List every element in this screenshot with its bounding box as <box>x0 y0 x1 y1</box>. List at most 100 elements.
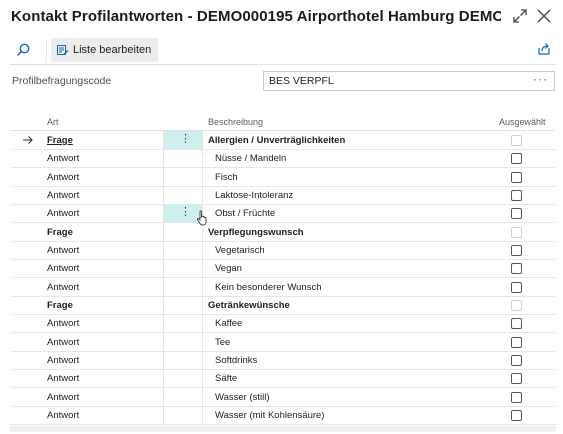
art-cell[interactable]: Antwort <box>42 185 164 204</box>
art-cell[interactable]: Frage <box>42 295 164 314</box>
beschreibung-cell[interactable]: Getränkewünsche <box>203 296 503 314</box>
selected-checkbox[interactable] <box>511 409 522 421</box>
row-indicator-cell[interactable] <box>10 278 42 296</box>
row-indicator-cell[interactable] <box>10 186 42 204</box>
row-actions-cell[interactable]: ⋮ <box>164 350 203 369</box>
edit-list-button[interactable]: Liste bearbeiten <box>51 38 159 62</box>
beschreibung-cell[interactable]: Allergien / Unverträglichkeiten <box>203 131 503 149</box>
selected-checkbox[interactable] <box>511 318 522 330</box>
art-cell[interactable]: Antwort <box>42 277 164 296</box>
beschreibung-cell[interactable]: Wasser (still) <box>203 388 503 406</box>
selected-checkbox[interactable] <box>511 153 522 165</box>
table-row[interactable]: Antwort ⋮ Wasser (mit Kohlensäure) <box>10 405 556 425</box>
table-row[interactable]: Antwort ⋮ Nüsse / Mandeln <box>10 149 556 169</box>
row-indicator-cell[interactable] <box>10 168 42 186</box>
profile-code-field[interactable]: BES VERPFL ··· <box>263 71 555 91</box>
table-row[interactable]: Antwort ⋮ Kaffee <box>10 314 556 334</box>
selected-checkbox[interactable] <box>511 281 522 293</box>
table-row[interactable]: Antwort ⋮ Wasser (still) <box>10 387 556 407</box>
row-indicator-cell[interactable] <box>10 369 42 387</box>
art-cell[interactable]: Antwort <box>42 369 164 388</box>
row-actions-button[interactable]: ⋮ <box>164 131 202 149</box>
row-actions-cell[interactable]: ⋮ <box>164 405 203 424</box>
row-actions-cell[interactable]: ⋮ <box>164 259 203 278</box>
beschreibung-cell[interactable]: Vegan <box>203 259 503 277</box>
beschreibung-cell[interactable]: Kaffee <box>203 314 503 332</box>
art-cell[interactable]: Frage <box>42 131 164 149</box>
row-indicator-cell[interactable] <box>10 388 42 406</box>
table-row[interactable]: Antwort ⋮ Obst / Früchte <box>10 204 556 224</box>
row-actions-cell[interactable]: ⋮ <box>164 167 203 186</box>
beschreibung-cell[interactable]: Verpflegungswunsch <box>203 223 503 241</box>
row-indicator-cell[interactable] <box>10 333 42 351</box>
beschreibung-cell[interactable]: Wasser (mit Kohlensäure) <box>203 406 503 424</box>
row-actions-cell[interactable]: ⋮ <box>164 369 203 388</box>
beschreibung-cell[interactable]: Vegetarisch <box>203 241 503 259</box>
beschreibung-cell[interactable]: Säfte <box>203 369 503 387</box>
art-cell[interactable]: Antwort <box>42 387 164 406</box>
expand-button[interactable] <box>510 6 530 26</box>
art-cell[interactable]: Antwort <box>42 332 164 351</box>
table-row[interactable]: Antwort ⋮ Vegetarisch <box>10 240 556 260</box>
table-row[interactable]: Antwort ⋮ Softdrinks <box>10 350 556 370</box>
selected-checkbox[interactable] <box>511 373 522 385</box>
row-actions-cell[interactable]: ⋮ <box>164 314 203 333</box>
row-indicator-cell[interactable] <box>10 223 42 241</box>
row-indicator-cell[interactable] <box>10 314 42 332</box>
selected-checkbox[interactable] <box>511 263 522 275</box>
art-cell[interactable]: Antwort <box>42 149 164 168</box>
row-actions-cell[interactable]: ⋮ <box>164 149 203 168</box>
row-indicator-cell[interactable] <box>10 131 42 149</box>
row-actions-cell[interactable]: ⋮ <box>164 332 203 351</box>
row-actions-cell[interactable]: ⋮ <box>164 277 203 296</box>
horizontal-scrollbar[interactable] <box>10 426 556 432</box>
row-indicator-cell[interactable] <box>10 149 42 167</box>
beschreibung-cell[interactable]: Fisch <box>203 168 503 186</box>
selected-checkbox[interactable] <box>511 244 522 256</box>
column-header-ausgewaehlt[interactable]: Ausgewählt <box>499 117 546 127</box>
table-row[interactable]: Frage⋮Verpflegungswunsch <box>10 222 556 242</box>
art-cell[interactable]: Antwort <box>42 204 164 223</box>
selected-checkbox[interactable] <box>511 391 522 403</box>
row-indicator-cell[interactable] <box>10 296 42 314</box>
search-button[interactable] <box>14 41 32 59</box>
row-actions-cell[interactable]: ⋮ <box>164 131 203 149</box>
art-cell[interactable]: Antwort <box>42 259 164 278</box>
table-row[interactable]: Antwort ⋮ Vegan <box>10 259 556 279</box>
row-actions-cell[interactable]: ⋮ <box>164 387 203 406</box>
row-indicator-cell[interactable] <box>10 406 42 424</box>
table-row[interactable]: Antwort ⋮ Tee <box>10 332 556 352</box>
row-actions-cell[interactable]: ⋮ <box>164 240 203 259</box>
table-row[interactable]: Antwort ⋮ Fisch <box>10 167 556 187</box>
row-actions-cell[interactable]: ⋮ <box>164 295 203 314</box>
table-row[interactable]: Antwort ⋮ Kein besonderer Wunsch <box>10 277 556 297</box>
row-indicator-cell[interactable] <box>10 259 42 277</box>
selected-checkbox[interactable] <box>511 208 522 220</box>
beschreibung-cell[interactable]: Obst / Früchte <box>203 204 503 222</box>
row-indicator-cell[interactable] <box>10 241 42 259</box>
selected-checkbox[interactable] <box>511 171 522 183</box>
selected-checkbox[interactable] <box>511 354 522 366</box>
row-indicator-cell[interactable] <box>10 351 42 369</box>
table-row[interactable]: Frage ⋮ Allergien / Unverträglichkeiten <box>10 131 556 150</box>
close-button[interactable] <box>534 6 554 26</box>
table-row[interactable]: Antwort ⋮ Laktose-Intoleranz <box>10 185 556 205</box>
beschreibung-cell[interactable]: Tee <box>203 333 503 351</box>
table-row[interactable]: Antwort ⋮ Säfte <box>10 369 556 389</box>
art-cell[interactable]: Antwort <box>42 314 164 333</box>
row-indicator-cell[interactable] <box>10 204 42 222</box>
art-cell[interactable]: Antwort <box>42 240 164 259</box>
beschreibung-cell[interactable]: Kein besonderer Wunsch <box>203 278 503 296</box>
beschreibung-cell[interactable]: Nüsse / Mandeln <box>203 149 503 167</box>
selected-checkbox[interactable] <box>511 336 522 348</box>
beschreibung-cell[interactable]: Softdrinks <box>203 351 503 369</box>
share-button[interactable] <box>536 41 552 57</box>
column-header-beschreibung[interactable]: Beschreibung <box>208 117 263 127</box>
art-cell[interactable]: Antwort <box>42 167 164 186</box>
selected-checkbox[interactable] <box>511 189 522 201</box>
column-header-art[interactable]: Art <box>47 117 59 127</box>
lookup-button[interactable]: ··· <box>533 72 548 86</box>
table-row[interactable]: Frage ⋮ Getränkewünsche <box>10 295 556 315</box>
art-cell[interactable]: Frage <box>42 222 164 241</box>
art-cell[interactable]: Antwort <box>42 350 164 369</box>
